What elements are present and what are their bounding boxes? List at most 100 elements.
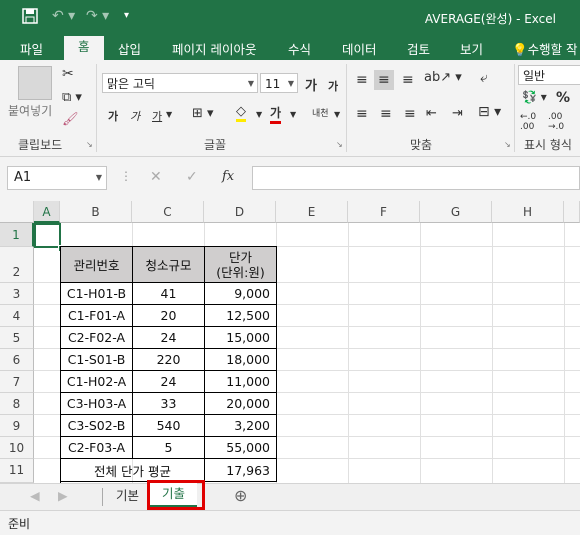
decrease-indent-icon[interactable]: ⇤ <box>426 106 437 121</box>
save-icon[interactable] <box>22 8 38 28</box>
paste-icon[interactable] <box>18 66 52 100</box>
redo-icon[interactable]: ↷ ▾ <box>86 8 109 24</box>
font-size-combo[interactable]: 11 ▼ <box>260 73 298 93</box>
fill-color-icon[interactable]: ◇ <box>236 104 246 122</box>
number-format-combo[interactable]: 일반 <box>518 65 580 85</box>
column-header-a[interactable]: A <box>34 201 60 223</box>
name-box[interactable]: A1 ▼ <box>7 166 107 190</box>
tab-data[interactable]: 데이터 <box>342 39 377 58</box>
format-painter-icon[interactable]: 🖌 <box>62 112 79 127</box>
tell-me-search[interactable]: 💡수행할 작 <box>512 39 578 58</box>
undo-icon[interactable]: ↶ ▾ <box>52 8 75 24</box>
row-header-8[interactable]: 8 <box>0 393 34 415</box>
grow-font-button[interactable]: 가 <box>305 75 317 94</box>
cancel-icon[interactable]: ✕ <box>150 169 162 185</box>
row-header-3[interactable]: 3 <box>0 283 34 305</box>
column-header-i[interactable] <box>564 201 580 223</box>
more-icon[interactable]: ⋮ <box>120 169 132 183</box>
cell-id[interactable]: C1-H02-A <box>60 371 133 393</box>
column-header-b[interactable]: B <box>60 201 132 223</box>
tab-formulas[interactable]: 수식 <box>288 39 311 58</box>
paste-button-label[interactable]: 붙여넣기 <box>8 102 52 119</box>
cell-id[interactable]: C2-F02-A <box>60 327 133 349</box>
align-right-icon[interactable]: ≡ <box>404 106 416 122</box>
align-middle-icon[interactable]: ≡ <box>374 70 394 90</box>
cell-id[interactable]: C3-H03-A <box>60 393 133 415</box>
row-header-4[interactable]: 4 <box>0 305 34 327</box>
decrease-decimal-icon[interactable]: .00 →.0 <box>548 112 564 132</box>
merge-center-icon[interactable]: ⊟ ▾ <box>478 104 501 120</box>
chevron-down-icon[interactable]: ▼ <box>334 110 340 119</box>
cell-price[interactable]: 3,200 <box>205 415 277 437</box>
align-left-icon[interactable]: ≡ <box>356 106 368 122</box>
align-center-icon[interactable]: ≡ <box>380 106 392 122</box>
cell-size[interactable]: 33 <box>133 393 205 415</box>
cell-price[interactable]: 18,000 <box>205 349 277 371</box>
row-header-9[interactable]: 9 <box>0 415 34 437</box>
select-all-corner[interactable] <box>0 201 34 223</box>
column-header-f[interactable]: F <box>348 201 420 223</box>
cell-id[interactable]: C2-F03-A <box>60 437 133 459</box>
cell-price[interactable]: 12,500 <box>205 305 277 327</box>
column-header-c[interactable]: C <box>132 201 204 223</box>
increase-decimal-icon[interactable]: ←.0.00 <box>520 112 536 132</box>
shrink-font-button[interactable]: 가 <box>328 78 338 94</box>
cut-icon[interactable]: ✂ <box>62 66 74 82</box>
border-icon[interactable]: ⊞ ▾ <box>192 106 214 121</box>
row-header-5[interactable]: 5 <box>0 327 34 349</box>
cell-price[interactable]: 15,000 <box>205 327 277 349</box>
underline-button[interactable]: 가 <box>152 108 162 124</box>
cell-price[interactable]: 11,000 <box>205 371 277 393</box>
formula-input[interactable] <box>252 166 580 190</box>
scroll-right-icon[interactable]: ▶ <box>46 485 80 507</box>
chevron-down-icon[interactable]: ▼ <box>290 110 296 119</box>
row-header-10[interactable]: 10 <box>0 437 34 459</box>
chevron-down-icon[interactable]: ▼ <box>256 110 262 119</box>
row-header-7[interactable]: 7 <box>0 371 34 393</box>
column-header-e[interactable]: E <box>276 201 348 223</box>
column-header-g[interactable]: G <box>420 201 492 223</box>
percent-button[interactable]: % <box>556 90 570 106</box>
tab-review[interactable]: 검토 <box>407 39 430 58</box>
table-header[interactable]: 관리번호 <box>60 246 133 283</box>
add-sheet-button[interactable]: ⊕ <box>222 485 259 507</box>
cell-size[interactable]: 24 <box>133 327 205 349</box>
tab-page-layout[interactable]: 페이지 레이아웃 <box>172 39 256 58</box>
cell-size[interactable]: 540 <box>133 415 205 437</box>
cell-size[interactable]: 24 <box>133 371 205 393</box>
chevron-down-icon[interactable]: ▼ <box>166 110 172 119</box>
table-header[interactable]: 청소규모 <box>133 246 205 283</box>
cell-price[interactable]: 9,000 <box>205 283 277 305</box>
cell-price[interactable]: 55,000 <box>205 437 277 459</box>
column-header-d[interactable]: D <box>204 201 276 223</box>
customize-icon[interactable]: ▾ <box>124 10 129 21</box>
orientation-icon[interactable]: ab↗ ▾ <box>424 70 462 85</box>
cell-size[interactable]: 41 <box>133 283 205 305</box>
sheet-tab-basic[interactable]: 기본 <box>104 485 151 507</box>
table-header[interactable]: 단가 (단위:원) <box>205 246 277 283</box>
row-header-6[interactable]: 6 <box>0 349 34 371</box>
cell-size[interactable]: 220 <box>133 349 205 371</box>
italic-button[interactable]: 가 <box>130 108 140 124</box>
wrap-text-icon[interactable]: ⤶ <box>480 70 488 86</box>
cell-price[interactable]: 20,000 <box>205 393 277 415</box>
row-header-1[interactable]: 1 <box>0 223 34 247</box>
phonetic-button[interactable]: 내천 <box>312 106 329 119</box>
summary-label[interactable]: 전체 단가 평균 <box>60 459 205 482</box>
cell-id[interactable]: C1-H01-B <box>60 283 133 305</box>
cell-size[interactable]: 5 <box>133 437 205 459</box>
tab-view[interactable]: 보기 <box>460 39 483 58</box>
increase-indent-icon[interactable]: ⇥ <box>452 106 463 121</box>
active-cell-a1[interactable] <box>34 223 61 248</box>
align-top-icon[interactable]: ≡ <box>356 72 368 88</box>
tab-file[interactable]: 파일 <box>20 39 43 58</box>
alignment-launcher-icon[interactable]: ↘ <box>504 140 511 149</box>
currency-icon[interactable]: 💱 ▾ <box>522 90 547 104</box>
cell-id[interactable]: C3-S02-B <box>60 415 133 437</box>
bold-button[interactable]: 가 <box>108 108 118 124</box>
insert-function-button[interactable]: fx <box>222 169 234 184</box>
align-bottom-icon[interactable]: ≡ <box>402 72 414 88</box>
clipboard-launcher-icon[interactable]: ↘ <box>86 140 93 149</box>
font-color-button[interactable]: 가 <box>270 104 282 124</box>
column-header-h[interactable]: H <box>492 201 564 223</box>
